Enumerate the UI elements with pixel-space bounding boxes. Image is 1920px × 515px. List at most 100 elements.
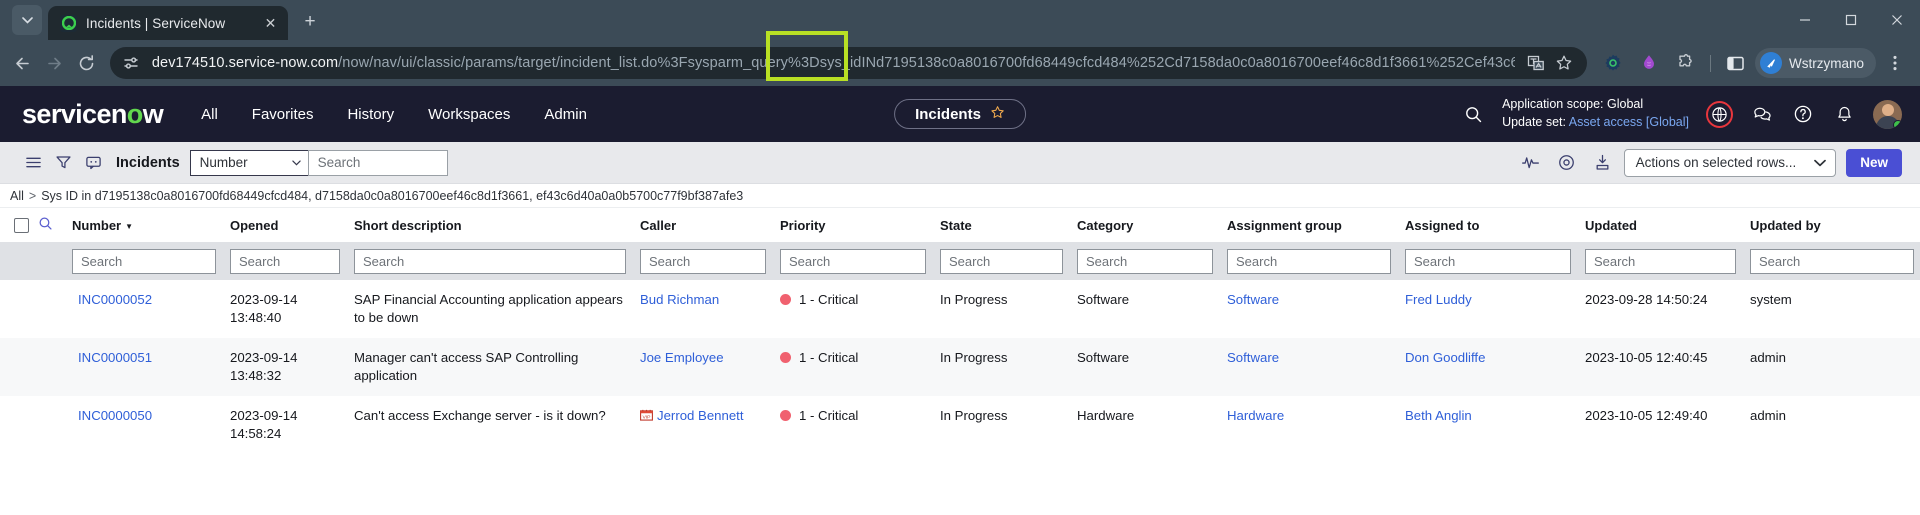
nav-item-favorites[interactable]: Favorites (252, 106, 314, 123)
incidents-pill[interactable]: Incidents (894, 99, 1026, 129)
select-all-checkbox[interactable] (14, 217, 29, 233)
search-field-select[interactable]: Number (189, 149, 308, 176)
notifications-bell-icon[interactable] (1832, 102, 1856, 126)
column-header-priority[interactable]: Priority (772, 208, 932, 242)
servicenow-logo[interactable]: servicenow (22, 99, 164, 130)
column-header-assignment-group[interactable]: Assignment group (1219, 208, 1397, 242)
window-controls (1782, 0, 1920, 40)
filter-input-caller[interactable]: Search (640, 248, 766, 274)
list-search-input[interactable]: Search (307, 149, 448, 176)
tab-search-button[interactable] (12, 5, 42, 35)
application-scope-info[interactable]: Application scope: Global Update set: As… (1502, 96, 1689, 132)
help-icon[interactable] (1791, 102, 1815, 126)
list-settings-gear-icon[interactable] (1552, 148, 1582, 178)
table-row[interactable]: INC0000052 2023-09-14 13:48:40 SAP Financi… (0, 280, 1920, 338)
filter-input-state[interactable]: Search (940, 248, 1063, 274)
filter-input-priority[interactable]: Search (780, 248, 926, 274)
cell-number-link[interactable]: INC0000052 (78, 292, 152, 307)
cell-opened: 2023-09-14 14:58:24 (230, 407, 298, 441)
cell-assigned-to-link[interactable]: Don Goodliffe (1405, 350, 1485, 365)
column-header-state[interactable]: State (932, 208, 1069, 242)
column-header-updated[interactable]: Updated (1577, 208, 1742, 242)
nav-item-admin[interactable]: Admin (544, 106, 587, 123)
cell-assignment-group-link[interactable]: Software (1227, 350, 1279, 365)
column-header-updated-by[interactable]: Updated by (1742, 208, 1920, 242)
browser-tab[interactable]: Incidents | ServiceNow ✕ (48, 6, 288, 40)
row-preview-cell[interactable] (38, 280, 64, 338)
breadcrumb-root[interactable]: All (10, 189, 24, 203)
nav-item-history[interactable]: History (347, 106, 394, 123)
row-preview-cell[interactable] (38, 337, 64, 396)
profile-button[interactable]: Wstrzymano (1754, 48, 1876, 78)
filter-input-assignment-group[interactable]: Search (1227, 248, 1391, 274)
filter-input-short-description[interactable]: Search (354, 248, 626, 274)
close-window-button[interactable] (1874, 0, 1920, 40)
favorite-star-icon[interactable] (990, 105, 1005, 124)
conversations-icon[interactable] (1750, 102, 1774, 126)
column-header-number[interactable]: Number ▼ (64, 208, 222, 242)
column-header-opened[interactable]: Opened (222, 208, 346, 242)
cell-caller-link[interactable]: Bud Richman (640, 292, 719, 307)
column-header-assigned-to[interactable]: Assigned to (1397, 208, 1577, 242)
reload-button[interactable] (71, 46, 101, 80)
maximize-button[interactable] (1828, 0, 1874, 40)
new-tab-button[interactable]: + (296, 8, 324, 36)
cell-number-link[interactable]: INC0000051 (78, 350, 152, 365)
search-field-value: Number (199, 155, 248, 170)
column-header-caller[interactable]: Caller (632, 208, 772, 242)
tab-strip: Incidents | ServiceNow ✕ + (0, 0, 1920, 40)
filter-input-opened[interactable]: Search (230, 248, 340, 274)
cell-assignment-group-link[interactable]: Software (1227, 292, 1279, 307)
gear-extension-icon[interactable] (1596, 46, 1630, 80)
filter-input-updated[interactable]: Search (1585, 248, 1736, 274)
filter-input-number[interactable]: Search (72, 248, 216, 274)
minimize-button[interactable] (1782, 0, 1828, 40)
drop-extension-icon[interactable] (1632, 46, 1666, 80)
cell-assigned-to-link[interactable]: Fred Luddy (1405, 292, 1472, 307)
side-panel-icon[interactable] (1719, 46, 1753, 80)
cell-assigned-to-link[interactable]: Beth Anglin (1405, 408, 1472, 423)
table-row[interactable]: INC0000050 2023-09-14 14:58:24 Can't acces… (0, 396, 1920, 454)
filter-input-assigned-to[interactable]: Search (1405, 248, 1571, 274)
column-search-cell (38, 208, 64, 242)
address-bar[interactable]: dev174510.service-now.com/now/nav/ui/cla… (109, 47, 1587, 79)
filter-input-category[interactable]: Search (1077, 248, 1213, 274)
cell-number-link[interactable]: INC0000050 (78, 408, 152, 423)
close-icon[interactable]: ✕ (261, 14, 280, 33)
row-checkbox-cell[interactable] (0, 396, 38, 454)
export-download-icon[interactable] (1588, 148, 1618, 178)
filter-input-updated-by[interactable]: Search (1750, 248, 1914, 274)
column-header-short-description[interactable]: Short description (346, 208, 632, 242)
row-checkbox-cell[interactable] (0, 280, 38, 338)
site-settings-icon[interactable] (118, 50, 144, 76)
update-set-prefix: Update set: (1502, 115, 1569, 129)
forward-button[interactable] (40, 46, 70, 80)
bookmark-star-icon[interactable] (1551, 50, 1577, 76)
column-search-icon[interactable] (38, 217, 53, 234)
user-avatar[interactable] (1873, 99, 1902, 129)
filter-funnel-icon[interactable] (48, 148, 78, 178)
column-header-category[interactable]: Category (1069, 208, 1219, 242)
browser-navbar: dev174510.service-now.com/now/nav/ui/cla… (0, 40, 1920, 86)
hamburger-menu-icon[interactable] (18, 148, 48, 178)
three-dot-menu-icon[interactable] (1878, 46, 1912, 80)
new-button[interactable]: New (1846, 148, 1902, 177)
globe-icon[interactable] (1706, 100, 1733, 128)
servicenow-favicon (60, 14, 77, 32)
activity-stream-icon[interactable] (1516, 148, 1546, 178)
table-row[interactable]: INC0000051 2023-09-14 13:48:32 Manager can… (0, 337, 1920, 396)
translate-icon[interactable] (1523, 50, 1549, 76)
actions-on-selected-rows-select[interactable]: Actions on selected rows... (1623, 148, 1837, 177)
conversation-bubble-icon[interactable] (78, 148, 108, 178)
back-button[interactable] (8, 46, 38, 80)
breadcrumb-condition[interactable]: Sys ID in d7195138c0a8016700fd68449cfcd4… (41, 189, 743, 203)
nav-item-workspaces[interactable]: Workspaces (428, 106, 510, 123)
row-checkbox-cell[interactable] (0, 337, 38, 396)
cell-assignment-group-link[interactable]: Hardware (1227, 408, 1284, 423)
cell-caller-link[interactable]: Joe Employee (640, 350, 724, 365)
puzzle-extensions-icon[interactable] (1668, 46, 1702, 80)
cell-caller-link[interactable]: Jerrod Bennett (657, 408, 744, 423)
search-icon[interactable] (1461, 102, 1485, 126)
row-preview-cell[interactable] (38, 396, 64, 454)
nav-item-all[interactable]: All (201, 106, 218, 123)
